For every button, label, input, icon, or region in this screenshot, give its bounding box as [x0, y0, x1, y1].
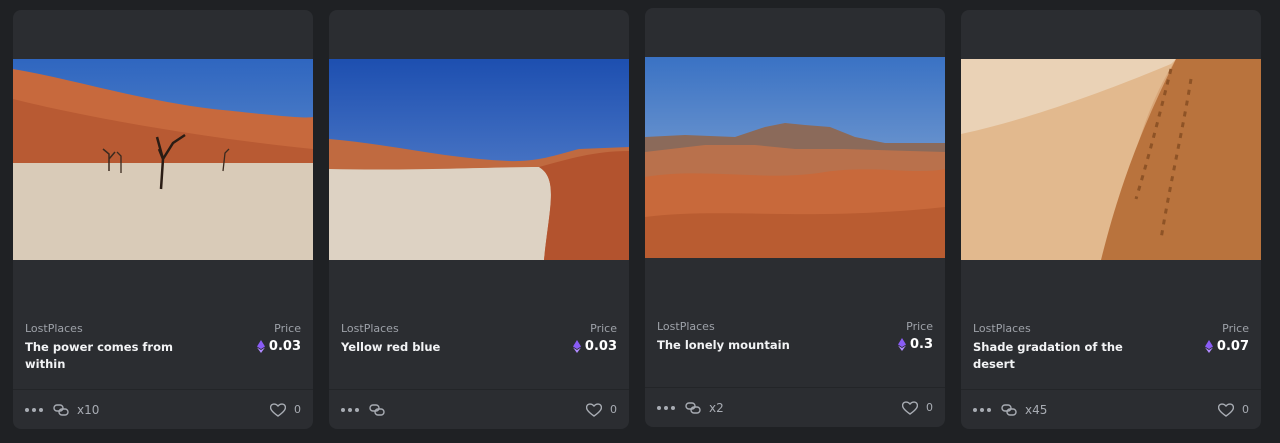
like-button[interactable]: 0: [1218, 402, 1249, 417]
more-dots-icon[interactable]: [341, 404, 359, 416]
more-dots-icon[interactable]: [657, 402, 675, 414]
heart-icon[interactable]: [902, 400, 918, 415]
ethereum-icon: [1204, 340, 1213, 353]
card-footer: 0: [329, 389, 629, 429]
artwork-image[interactable]: [645, 57, 945, 258]
more-dots-icon[interactable]: [973, 404, 991, 416]
nft-card[interactable]: LostPlaces The lonely mountain Price 0.3…: [645, 8, 945, 427]
price-value: 0.07: [1204, 339, 1249, 354]
heart-icon[interactable]: [270, 402, 286, 417]
card-footer: x10 0: [13, 389, 313, 429]
nft-card[interactable]: LostPlaces Yellow red blue Price 0.03 0: [329, 10, 629, 429]
ethereum-icon: [897, 338, 906, 351]
more-dots-icon[interactable]: [25, 404, 43, 416]
nft-card[interactable]: LostPlaces Shade gradation of the desert…: [961, 10, 1261, 429]
heart-icon[interactable]: [586, 402, 602, 417]
price-amount: 0.03: [584, 339, 617, 354]
edition-count: x45: [1025, 402, 1048, 417]
artwork-title[interactable]: The power comes from within: [25, 339, 185, 373]
link-chain-icon: [1001, 403, 1017, 416]
artwork-title[interactable]: Shade gradation of the desert: [973, 339, 1133, 373]
heart-icon[interactable]: [1218, 402, 1234, 417]
price-amount: 0.07: [1216, 339, 1249, 354]
like-button[interactable]: 0: [270, 402, 301, 417]
card-meta: LostPlaces The power comes from within P…: [25, 322, 301, 382]
artwork-image[interactable]: [13, 59, 313, 260]
like-count: 0: [926, 401, 933, 414]
card-footer: x2 0: [645, 387, 945, 427]
artwork-image[interactable]: [961, 59, 1261, 260]
price-label: Price: [590, 322, 617, 335]
link-chain-icon: [369, 403, 385, 416]
card-meta: LostPlaces Shade gradation of the desert…: [973, 322, 1249, 382]
link-chain-icon: [53, 403, 69, 416]
link-chain-icon: [685, 401, 701, 414]
collection-name[interactable]: LostPlaces: [973, 322, 1031, 335]
collection-name[interactable]: LostPlaces: [25, 322, 83, 335]
price-label: Price: [274, 322, 301, 335]
ethereum-icon: [572, 340, 581, 353]
nft-card[interactable]: LostPlaces The power comes from within P…: [13, 10, 313, 429]
price-value: 0.03: [572, 339, 617, 354]
like-count: 0: [294, 403, 301, 416]
collection-name[interactable]: LostPlaces: [657, 320, 715, 333]
card-meta: LostPlaces The lonely mountain Price 0.3: [657, 320, 933, 380]
like-count: 0: [610, 403, 617, 416]
card-footer: x45 0: [961, 389, 1261, 429]
price-amount: 0.03: [268, 339, 301, 354]
artwork-title[interactable]: Yellow red blue: [341, 339, 501, 356]
price-value: 0.03: [256, 339, 301, 354]
edition-count: x2: [709, 400, 724, 415]
edition-count: x10: [77, 402, 100, 417]
price-label: Price: [906, 320, 933, 333]
like-count: 0: [1242, 403, 1249, 416]
price-value: 0.3: [897, 337, 933, 352]
artwork-image[interactable]: [329, 59, 629, 260]
ethereum-icon: [256, 340, 265, 353]
like-button[interactable]: 0: [902, 400, 933, 415]
card-meta: LostPlaces Yellow red blue Price 0.03: [341, 322, 617, 382]
artwork-title[interactable]: The lonely mountain: [657, 337, 817, 354]
price-amount: 0.3: [909, 337, 933, 352]
like-button[interactable]: 0: [586, 402, 617, 417]
price-label: Price: [1222, 322, 1249, 335]
collection-name[interactable]: LostPlaces: [341, 322, 399, 335]
